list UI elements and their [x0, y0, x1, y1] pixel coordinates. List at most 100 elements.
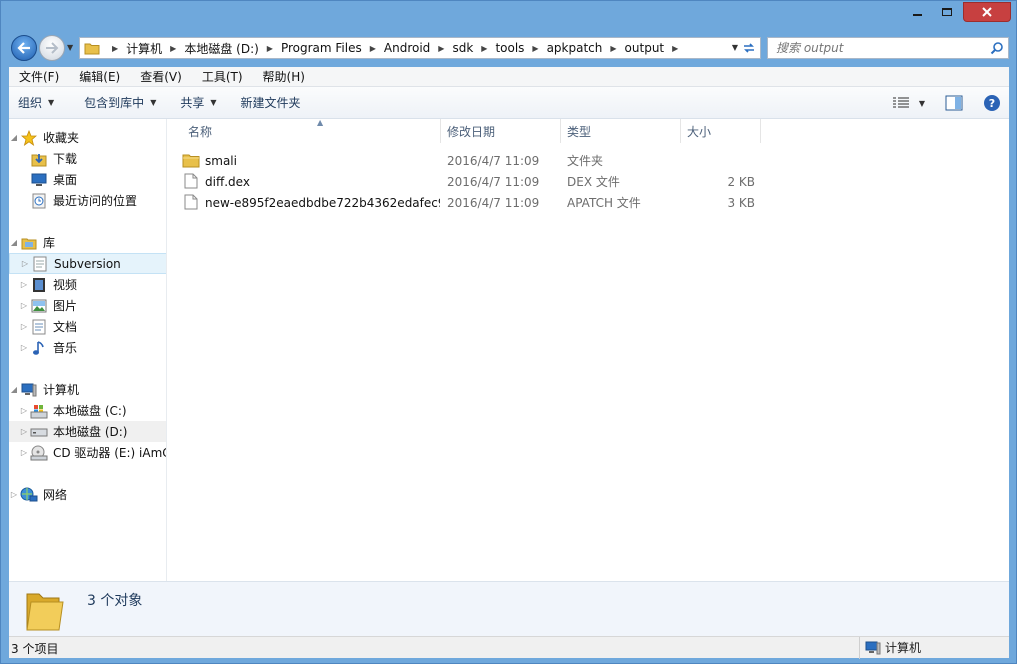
column-name-label: 名称	[188, 124, 213, 139]
collapse-arrow-icon[interactable]: ▷	[19, 322, 29, 331]
nav-item-drive-c[interactable]: ▷ 本地磁盘 (C:)	[19, 400, 166, 421]
nav-item-label: CD 驱动器 (E:) iAmCI	[53, 446, 167, 460]
refresh-button[interactable]	[740, 40, 758, 56]
file-type: 文件夹	[567, 154, 604, 168]
nav-item-downloads[interactable]: 下载	[19, 148, 166, 169]
column-header-type[interactable]: 类型	[561, 119, 681, 143]
nav-libraries[interactable]: ◢ 库	[9, 232, 166, 253]
maximize-button[interactable]	[933, 2, 961, 22]
collapse-arrow-icon[interactable]: ▷	[9, 490, 19, 499]
expand-arrow-icon[interactable]: ◢	[9, 385, 19, 394]
chevron-right-icon[interactable]: ▶	[267, 44, 273, 53]
file-list-pane: 名称 ▲ 修改日期 类型 大小 smali 2016/4/7 11:09 文件夹	[168, 118, 1009, 581]
file-row-diff-dex[interactable]: diff.dex 2016/4/7 11:09 DEX 文件 2 KB	[182, 171, 762, 192]
address-history-dropdown[interactable]: ▼	[732, 43, 738, 52]
nav-item-subversion[interactable]: ▷ Subversion	[9, 253, 166, 274]
search-icon[interactable]	[990, 41, 1004, 55]
breadcrumb-item[interactable]: apkpatch	[547, 41, 603, 55]
menu-file[interactable]: 文件(F)	[9, 68, 69, 85]
column-header-size[interactable]: 大小	[681, 119, 761, 143]
organize-label: 组织	[18, 96, 43, 110]
nav-libraries-label: 库	[43, 236, 56, 250]
nav-item-videos[interactable]: ▷ 视频	[19, 274, 166, 295]
breadcrumb-item[interactable]: Android	[384, 41, 430, 55]
nav-favorites[interactable]: ◢ 收藏夹	[9, 127, 166, 148]
chevron-right-icon[interactable]: ▶	[481, 44, 487, 53]
breadcrumb-item[interactable]: tools	[495, 41, 524, 55]
share-label: 共享	[180, 96, 205, 110]
breadcrumb-item[interactable]: output	[625, 41, 665, 55]
recent-locations-dropdown[interactable]: ▼	[67, 43, 73, 52]
back-button[interactable]	[11, 35, 37, 61]
collapse-arrow-icon[interactable]: ▷	[19, 406, 29, 415]
nav-item-cd-drive[interactable]: ▷ CD 驱动器 (E:) iAmCI	[19, 442, 167, 463]
file-date: 2016/4/7 11:09	[447, 174, 540, 189]
column-header-name[interactable]: 名称 ▲	[182, 118, 441, 143]
file-size: 2 KB	[727, 174, 755, 189]
nav-network[interactable]: ▷ 网络	[9, 484, 166, 505]
collapse-arrow-icon[interactable]: ▷	[19, 280, 29, 289]
breadcrumb-item[interactable]: 计算机	[126, 40, 162, 57]
item-count: 3 个项目	[11, 642, 59, 656]
chevron-right-icon[interactable]: ▶	[532, 44, 538, 53]
nav-item-drive-d[interactable]: ▷ 本地磁盘 (D:)	[9, 421, 166, 442]
chevron-right-icon[interactable]: ▶	[370, 44, 376, 53]
menu-tools[interactable]: 工具(T)	[192, 68, 253, 85]
column-date-label: 修改日期	[447, 124, 496, 139]
breadcrumb-item[interactable]: 本地磁盘 (D:)	[184, 40, 258, 57]
details-view-icon	[892, 97, 909, 108]
column-header-date[interactable]: 修改日期	[441, 119, 561, 143]
share-button[interactable]: 共享 ▼	[171, 90, 225, 116]
menu-view[interactable]: 查看(V)	[130, 68, 192, 85]
collapse-arrow-icon[interactable]: ▷	[19, 448, 29, 457]
collapse-arrow-icon[interactable]: ▷	[19, 427, 29, 436]
expand-arrow-icon[interactable]: ◢	[9, 133, 19, 142]
menu-edit[interactable]: 编辑(E)	[69, 68, 130, 85]
chevron-right-icon[interactable]: ▶	[610, 44, 616, 53]
new-folder-button[interactable]: 新建文件夹	[232, 90, 310, 116]
nav-item-label: 桌面	[53, 173, 78, 187]
nav-favorites-label: 收藏夹	[43, 131, 80, 145]
file-row-smali[interactable]: smali 2016/4/7 11:09 文件夹	[182, 150, 762, 171]
view-options-button[interactable]: ▼	[892, 97, 925, 109]
collapse-arrow-icon[interactable]: ▷	[19, 343, 29, 352]
nav-item-label: 本地磁盘 (D:)	[53, 425, 128, 439]
search-box[interactable]	[767, 37, 1009, 59]
chevron-down-icon: ▼	[210, 98, 217, 107]
file-name: diff.dex	[205, 174, 250, 189]
file-size	[687, 150, 755, 171]
folder-icon	[182, 154, 200, 168]
chevron-right-icon[interactable]: ▶	[112, 44, 118, 53]
file-row-apatch[interactable]: new-e895f2eaedbdbe722b4362edafec91a... 2…	[182, 192, 762, 213]
nav-item-documents[interactable]: ▷ 文档	[19, 316, 166, 337]
folder-large-icon	[26, 593, 64, 631]
command-bar: 组织 ▼ 包含到库中 ▼ 共享 ▼ 新建文件夹 ▼ ?	[9, 87, 1009, 119]
close-button[interactable]	[963, 2, 1011, 22]
file-type: DEX 文件	[567, 175, 620, 189]
help-icon[interactable]: ?	[983, 94, 1001, 112]
organize-button[interactable]: 组织 ▼	[9, 90, 63, 116]
include-in-library-button[interactable]: 包含到库中 ▼	[75, 90, 165, 116]
address-bar[interactable]: ▶ 计算机 ▶ 本地磁盘 (D:) ▶ Program Files ▶ Andr…	[79, 37, 761, 59]
chevron-right-icon[interactable]: ▶	[672, 44, 678, 53]
preview-pane-icon[interactable]	[945, 95, 963, 111]
forward-button[interactable]	[39, 35, 65, 61]
nav-computer[interactable]: ◢ 计算机	[9, 379, 166, 400]
breadcrumb-item[interactable]: Program Files	[281, 41, 362, 55]
nav-item-recent-places[interactable]: 最近访问的位置	[19, 190, 166, 211]
computer-icon	[21, 383, 37, 396]
new-folder-label: 新建文件夹	[240, 96, 301, 110]
nav-item-label: 音乐	[53, 341, 78, 355]
breadcrumb-item[interactable]: sdk	[452, 41, 473, 55]
chevron-right-icon[interactable]: ▶	[170, 44, 176, 53]
nav-item-desktop[interactable]: 桌面	[19, 169, 166, 190]
minimize-button[interactable]	[903, 2, 931, 22]
nav-item-pictures[interactable]: ▷ 图片	[19, 295, 166, 316]
nav-item-music[interactable]: ▷ 音乐	[19, 337, 166, 358]
chevron-right-icon[interactable]: ▶	[438, 44, 444, 53]
expand-arrow-icon[interactable]: ◢	[9, 238, 19, 247]
search-input[interactable]	[776, 41, 986, 55]
collapse-arrow-icon[interactable]: ▷	[20, 259, 30, 268]
collapse-arrow-icon[interactable]: ▷	[19, 301, 29, 310]
menu-help[interactable]: 帮助(H)	[253, 68, 315, 85]
